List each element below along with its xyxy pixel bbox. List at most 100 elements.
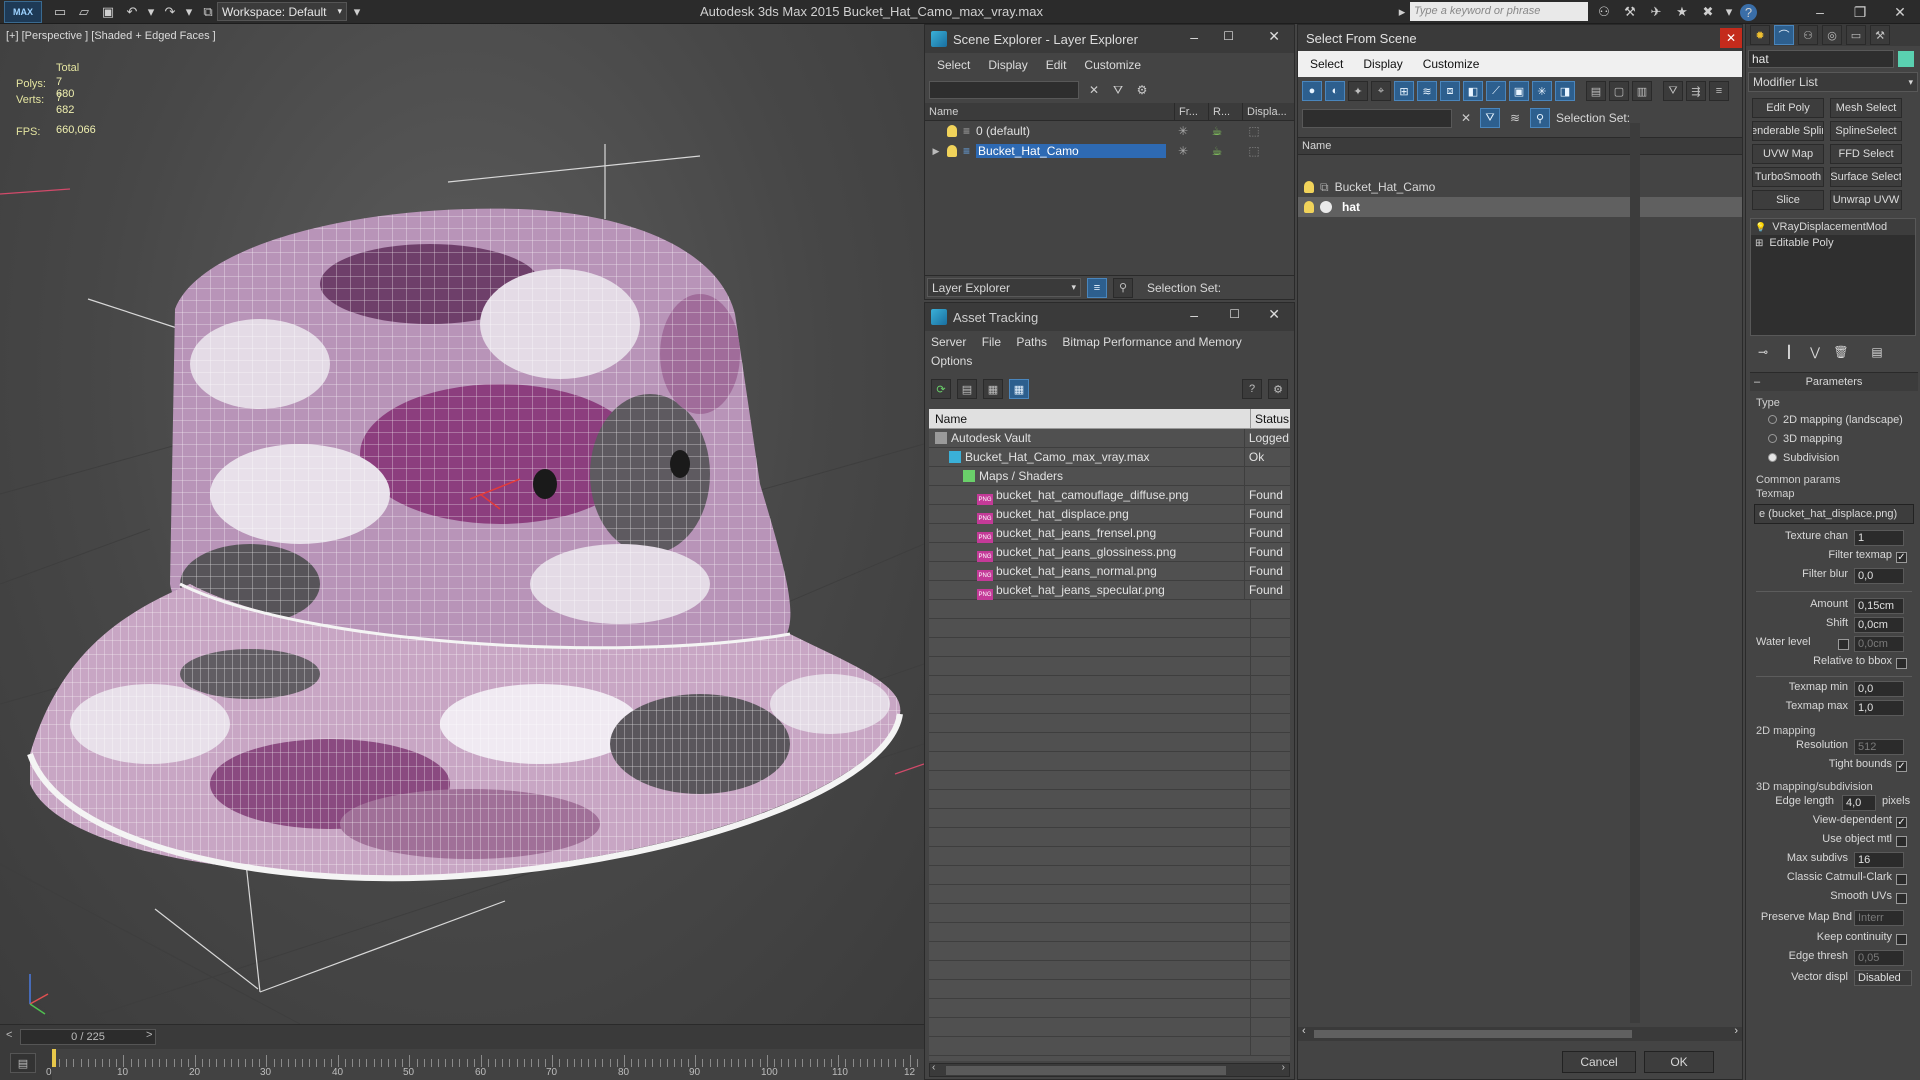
modifier-button[interactable]: SplineSelect [1830, 121, 1902, 141]
asset-row[interactable]: PNG bucket_hat_camouflage_diffuse.png Foun… [929, 485, 1290, 505]
shift-spinner[interactable]: 0,0cm [1854, 617, 1904, 633]
maximize-icon[interactable]: ☐ [1229, 307, 1240, 321]
modifier-button[interactable]: enderable Splir [1752, 121, 1824, 141]
undo-dropdown-icon[interactable]: ▾ [146, 3, 156, 21]
time-ruler[interactable]: 0 10 20 30 40 50 60 70 80 90 100 110 12 [46, 1049, 924, 1080]
asset-row[interactable]: PNG bucket_hat_displace.png Found [929, 504, 1290, 524]
time-prev-icon[interactable]: < [6, 1029, 12, 1041]
geometry-filter-icon[interactable]: ● [1302, 81, 1322, 101]
asset-row[interactable]: PNG bucket_hat_jeans_frensel.png Found [929, 523, 1290, 543]
resolution-spinner[interactable]: 512 [1854, 739, 1904, 755]
time-cursor[interactable] [52, 1049, 56, 1067]
keep-continuity-checkbox[interactable] [1896, 934, 1907, 945]
close-icon[interactable]: ✕ [1720, 28, 1742, 48]
undo-icon[interactable]: ↶ [122, 3, 142, 21]
more-dropdown-icon[interactable]: ▾ [347, 3, 367, 21]
save-icon[interactable]: ▣ [98, 3, 118, 21]
display-box-icon[interactable]: ⬚ [1234, 124, 1274, 138]
col-freeze[interactable]: Fr... [1175, 102, 1209, 121]
motion-tab-icon[interactable]: ◎ [1822, 25, 1842, 45]
view-dependent-checkbox[interactable]: ✓ [1896, 817, 1907, 828]
exchange-dropdown-icon[interactable]: ▾ [1724, 3, 1734, 21]
asset-row[interactable]: Maps / Shaders [929, 466, 1290, 486]
open-folder-icon[interactable]: ▱ [74, 3, 94, 21]
modifier-button[interactable]: Mesh Select [1830, 98, 1902, 118]
modifier-button[interactable]: Unwrap UVW [1830, 190, 1902, 210]
make-unique-icon[interactable]: ⋁ [1806, 345, 1824, 359]
show-end-result-icon[interactable]: ┃ [1780, 345, 1798, 359]
layer-icon[interactable]: ≋ [1506, 111, 1524, 125]
modifier-stack[interactable]: 💡 VRayDisplacementMod ⊞ Editable Poly [1750, 218, 1916, 336]
sfs-row-bucket-hat-camo[interactable]: ⧉ Bucket_Hat_Camo [1298, 177, 1742, 197]
tools-icon[interactable]: ⚒ [1620, 3, 1640, 21]
camera-filter-icon[interactable]: ⌖ [1371, 81, 1391, 101]
menu-options[interactable]: Options [931, 354, 972, 368]
render-teapot-icon[interactable]: ☕ [1200, 144, 1234, 158]
layer-explorer-toggle-icon[interactable]: ≡ [1087, 277, 1107, 298]
thumbnail-view-icon[interactable]: ▦ [983, 379, 1003, 399]
help-icon[interactable]: ? [1740, 3, 1757, 21]
helper-filter-icon[interactable]: ⊞ [1394, 81, 1414, 101]
menu-file[interactable]: File [982, 335, 1001, 349]
lightbulb-icon[interactable] [947, 145, 957, 157]
exchange-icon[interactable]: ✖ [1698, 3, 1718, 21]
modifier-button[interactable]: TurboSmooth [1752, 167, 1824, 187]
type-option[interactable]: 3D mapping [1750, 430, 1918, 449]
maximize-icon[interactable]: ☐ [1223, 29, 1234, 43]
curve-editor-icon[interactable]: ▤ [10, 1053, 36, 1073]
texmap-min-spinner[interactable]: 0,0 [1854, 681, 1904, 697]
scroll-left-icon[interactable]: ‹ [932, 1062, 935, 1073]
menu-select[interactable]: Select [1310, 57, 1343, 71]
radio-button[interactable] [1768, 415, 1777, 424]
menu-server[interactable]: Server [931, 335, 966, 349]
col-display[interactable]: Displa... [1243, 103, 1294, 121]
help-icon[interactable]: ? [1242, 379, 1262, 399]
col-name[interactable]: Name [929, 408, 1251, 429]
sfs-row-hat[interactable]: hat [1298, 197, 1742, 217]
asset-tracking-titlebar[interactable]: Asset Tracking – ☐ ✕ [925, 303, 1294, 331]
scroll-right-icon[interactable]: › [1282, 1062, 1285, 1073]
star-icon[interactable]: ★ [1672, 3, 1692, 21]
time-next-icon[interactable]: > [146, 1029, 152, 1041]
viewport-label[interactable]: [+] [Perspective ] [Shaded + Edged Faces… [6, 30, 216, 42]
redo-dropdown-icon[interactable]: ▾ [184, 3, 194, 21]
scroll-thumb[interactable] [946, 1066, 1226, 1075]
shape-filter-icon[interactable]: ◐ [1325, 81, 1345, 101]
lightbulb-icon[interactable] [947, 125, 957, 137]
clear-icon[interactable]: ✕ [1458, 111, 1474, 125]
display-all-icon[interactable]: ▤ [1586, 81, 1606, 101]
scroll-left-icon[interactable]: ‹ [1302, 1025, 1306, 1037]
col-name[interactable]: Name [925, 102, 1175, 121]
preserve-map-dropdown[interactable]: Interr [1854, 910, 1904, 926]
expand-arrow-icon[interactable]: ▶ [925, 146, 947, 157]
modifier-button[interactable]: FFD Select [1830, 144, 1902, 164]
modifier-button[interactable]: UVW Map [1752, 144, 1824, 164]
modify-tab-icon[interactable]: ⌒ [1774, 25, 1794, 45]
bulb-toggle-icon[interactable]: 💡 [1755, 222, 1766, 233]
display-none-icon[interactable]: ▢ [1609, 81, 1629, 101]
smooth-uvs-checkbox[interactable] [1896, 893, 1907, 904]
clear-icon[interactable]: ✕ [1085, 83, 1103, 97]
scroll-thumb[interactable] [1314, 1030, 1632, 1038]
amount-spinner[interactable]: 0,15cm [1854, 598, 1904, 614]
asset-row[interactable]: Bucket_Hat_Camo_max_vray.max Ok [929, 447, 1290, 467]
layer-row-bucket-hat-camo[interactable]: ▶ ≡ Bucket_Hat_Camo ✳ ☕ ⬚ [925, 141, 1294, 161]
scroll-right-icon[interactable]: › [1734, 1025, 1738, 1037]
close-icon[interactable]: ✕ [1268, 28, 1280, 45]
asset-row[interactable]: PNG bucket_hat_jeans_glossiness.png Found [929, 542, 1290, 562]
spacewarp-filter-icon[interactable]: ≋ [1417, 81, 1437, 101]
light-filter-icon[interactable]: ✦ [1348, 81, 1368, 101]
layer-settings-icon[interactable]: ⚙ [1133, 83, 1151, 97]
ok-button[interactable]: OK [1644, 1051, 1714, 1073]
lightbulb-icon[interactable] [1304, 201, 1314, 213]
utilities-tab-icon[interactable]: ⚒ [1870, 25, 1890, 45]
configure-modifier-sets-icon[interactable]: ▤ [1868, 345, 1886, 359]
texmap-button[interactable]: e (bucket_hat_displace.png) [1754, 504, 1914, 524]
create-tab-icon[interactable]: ✹ [1750, 25, 1770, 45]
hierarchy-icon[interactable]: ⇶ [1686, 81, 1706, 101]
stack-item-vray-displacement[interactable]: 💡 VRayDisplacementMod [1751, 219, 1915, 235]
hierarchy-tab-icon[interactable]: ⚇ [1798, 25, 1818, 45]
sfs-vscroll-track[interactable] [1630, 123, 1640, 1023]
workspace-dropdown[interactable]: Workspace: Default ▾ [217, 2, 347, 21]
type-option[interactable]: 2D mapping (landscape) [1750, 411, 1918, 430]
